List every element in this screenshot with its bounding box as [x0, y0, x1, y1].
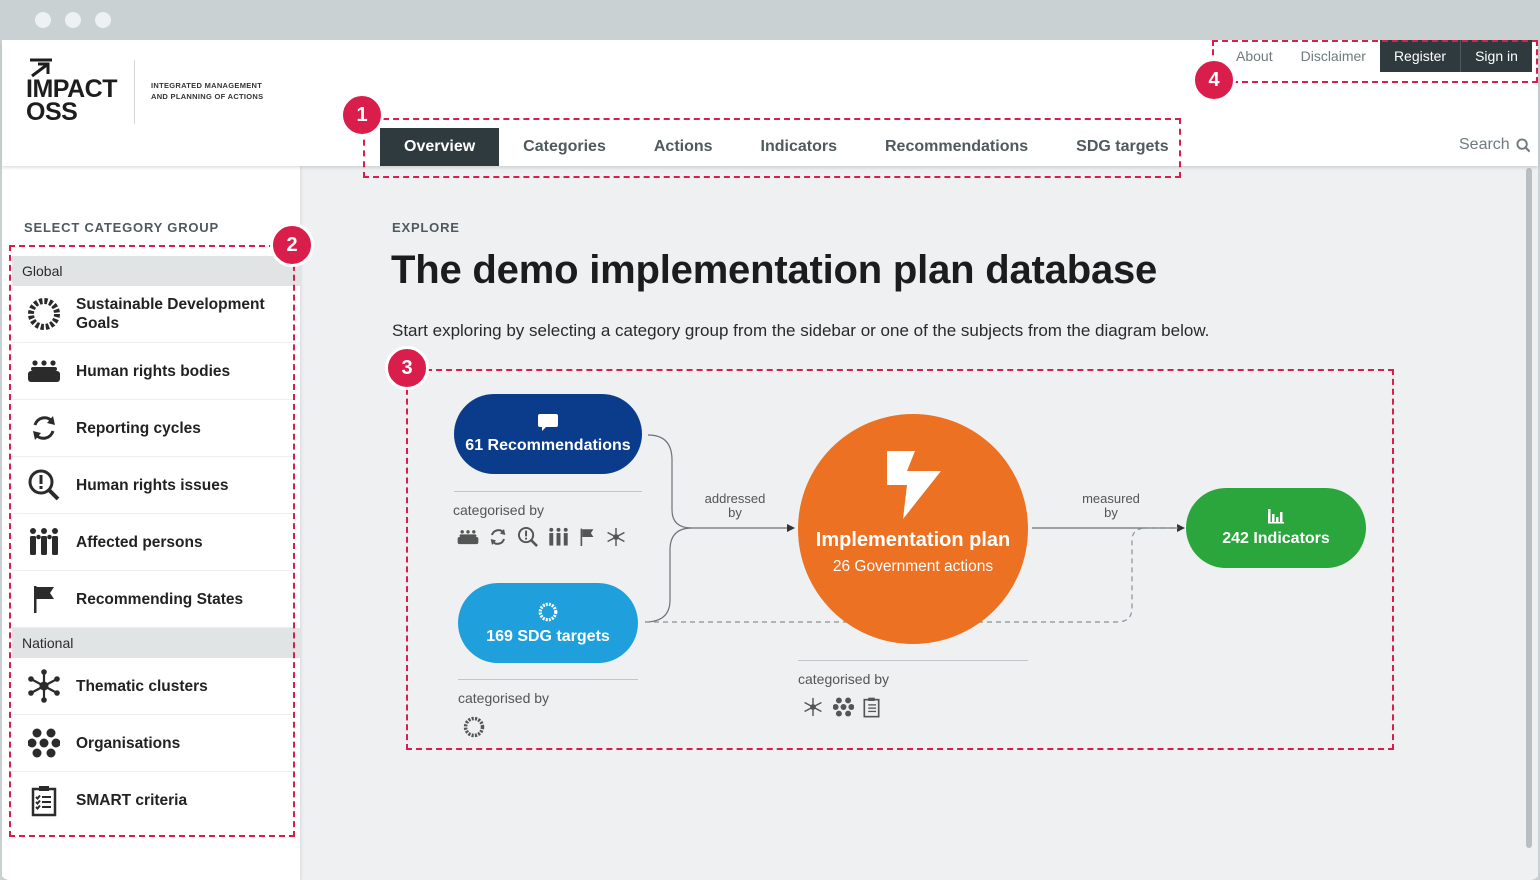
annotation-box-4 — [1212, 40, 1538, 83]
page: IMPACT OSS INTEGRATED MANAGEMENT AND PLA… — [2, 40, 1538, 880]
window-maximize-dot[interactable] — [95, 12, 111, 28]
annotation-box-1 — [363, 118, 1181, 178]
logo-text[interactable]: IMPACT OSS — [26, 77, 117, 126]
annotation-badge-1: 1 — [340, 93, 384, 137]
search-icon — [1516, 137, 1531, 152]
window-close-dot[interactable] — [35, 12, 51, 28]
search-label: Search — [1459, 136, 1510, 153]
tagline-line-2: AND PLANNING OF ACTIONS — [151, 92, 264, 101]
search-button[interactable]: Search — [1459, 136, 1531, 154]
scrollbar[interactable] — [1526, 168, 1532, 848]
annotation-badge-3: 3 — [385, 346, 429, 390]
annotation-box-2 — [9, 245, 295, 837]
logo-line-2: OSS — [26, 98, 78, 126]
title-bar — [0, 0, 1540, 40]
tagline: INTEGRATED MANAGEMENT AND PLANNING OF AC… — [151, 80, 291, 102]
annotation-badge-4: 4 — [1192, 58, 1236, 102]
logo-divider — [134, 60, 135, 124]
annotation-badge-2: 2 — [270, 223, 314, 267]
annotation-box-3 — [406, 369, 1394, 750]
tagline-line-1: INTEGRATED MANAGEMENT — [151, 81, 263, 90]
window-minimize-dot[interactable] — [65, 12, 81, 28]
browser-window: IMPACT OSS INTEGRATED MANAGEMENT AND PLA… — [0, 0, 1540, 880]
